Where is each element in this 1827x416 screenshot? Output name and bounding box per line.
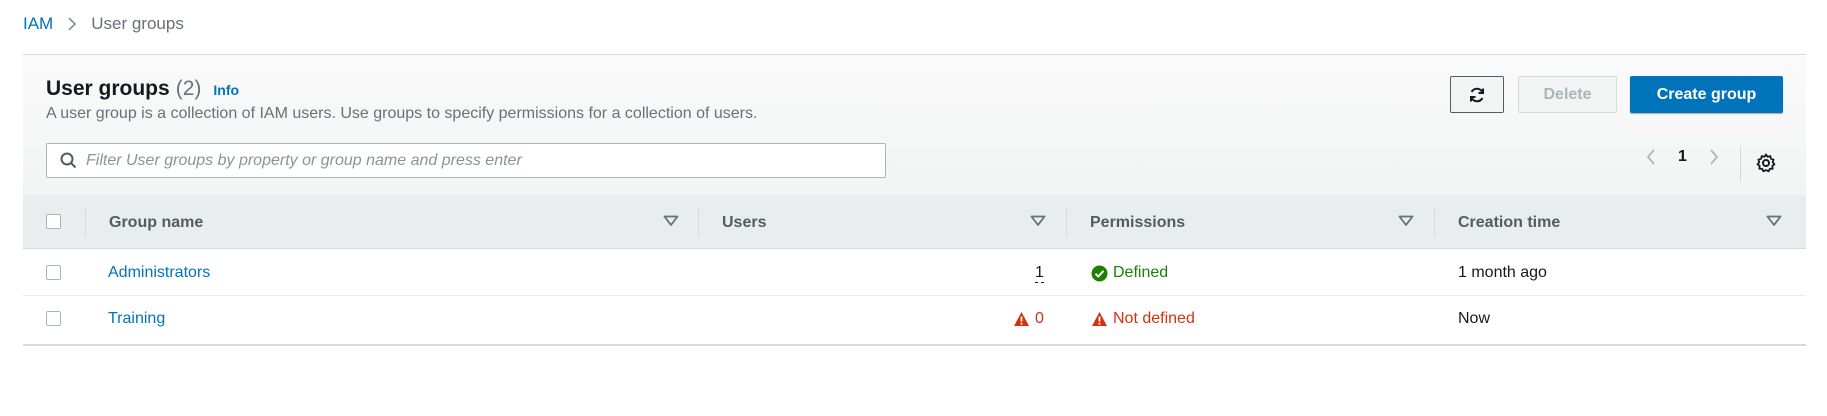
- warning-icon: [1014, 312, 1029, 326]
- page-description: A user group is a collection of IAM user…: [46, 105, 758, 122]
- group-count: (2): [175, 77, 202, 100]
- column-header-permissions[interactable]: Permissions: [1090, 196, 1185, 249]
- creation-time: 1 month ago: [1458, 264, 1547, 281]
- create-group-button[interactable]: Create group: [1630, 76, 1783, 113]
- column-divider: [698, 209, 699, 237]
- group-name-link[interactable]: Administrators: [108, 264, 210, 282]
- refresh-button[interactable]: [1450, 76, 1504, 113]
- column-divider: [85, 209, 86, 237]
- select-all-checkbox[interactable]: [46, 214, 61, 229]
- table-header: User groups (2) Info A user group is a c…: [23, 55, 1806, 196]
- permissions-status: Defined: [1091, 264, 1168, 282]
- user-groups-table-container: User groups (2) Info A user group is a c…: [23, 54, 1806, 346]
- sort-down-icon[interactable]: [1030, 215, 1046, 227]
- users-count[interactable]: 0: [1035, 310, 1044, 328]
- check-circle-icon: [1091, 265, 1108, 281]
- search-input[interactable]: [86, 151, 866, 170]
- sort-down-icon[interactable]: [1398, 215, 1414, 227]
- search-field[interactable]: [46, 143, 886, 178]
- settings-gear-icon[interactable]: [1756, 153, 1776, 173]
- column-header-group-name[interactable]: Group name: [109, 196, 203, 249]
- sort-down-icon[interactable]: [1766, 215, 1782, 227]
- column-header-creation-time[interactable]: Creation time: [1458, 196, 1560, 249]
- row-checkbox[interactable]: [46, 311, 61, 326]
- group-name-link[interactable]: Training: [108, 310, 165, 328]
- column-divider: [1066, 209, 1067, 237]
- permissions-status: Not defined: [1091, 310, 1195, 328]
- breadcrumb-iam-link[interactable]: IAM: [23, 14, 53, 34]
- table-row: Training 0 Not defined Now: [23, 296, 1806, 342]
- next-page-icon[interactable]: [1703, 148, 1725, 166]
- warning-icon: [1092, 312, 1107, 326]
- table-column-headers: Group name Users Permissions Creation ti…: [23, 196, 1806, 249]
- title-row: User groups (2) Info: [46, 77, 239, 101]
- creation-time: Now: [1458, 310, 1491, 327]
- page-title: User groups: [46, 77, 170, 100]
- permissions-label: Not defined: [1113, 310, 1195, 327]
- page-number[interactable]: 1: [1678, 148, 1687, 166]
- info-link[interactable]: Info: [213, 82, 239, 98]
- sort-down-icon[interactable]: [663, 215, 679, 227]
- pagination: 1: [1640, 148, 1725, 166]
- breadcrumb-current: User groups: [91, 14, 184, 33]
- breadcrumb: IAM User groups: [23, 14, 184, 34]
- row-checkbox[interactable]: [46, 265, 61, 280]
- users-count-warning: 0: [1013, 310, 1044, 328]
- column-divider: [1434, 209, 1435, 237]
- previous-page-icon[interactable]: [1640, 148, 1662, 166]
- column-header-users[interactable]: Users: [722, 196, 766, 249]
- permissions-label: Defined: [1113, 264, 1169, 281]
- chevron-right-icon: [67, 16, 77, 32]
- search-icon: [60, 152, 77, 169]
- users-count[interactable]: 1: [1035, 264, 1044, 283]
- pager-divider: [1740, 146, 1741, 182]
- refresh-icon: [1468, 86, 1486, 104]
- delete-button[interactable]: Delete: [1518, 76, 1617, 113]
- table-row: Administrators 1 Defined 1 month ago: [23, 250, 1806, 296]
